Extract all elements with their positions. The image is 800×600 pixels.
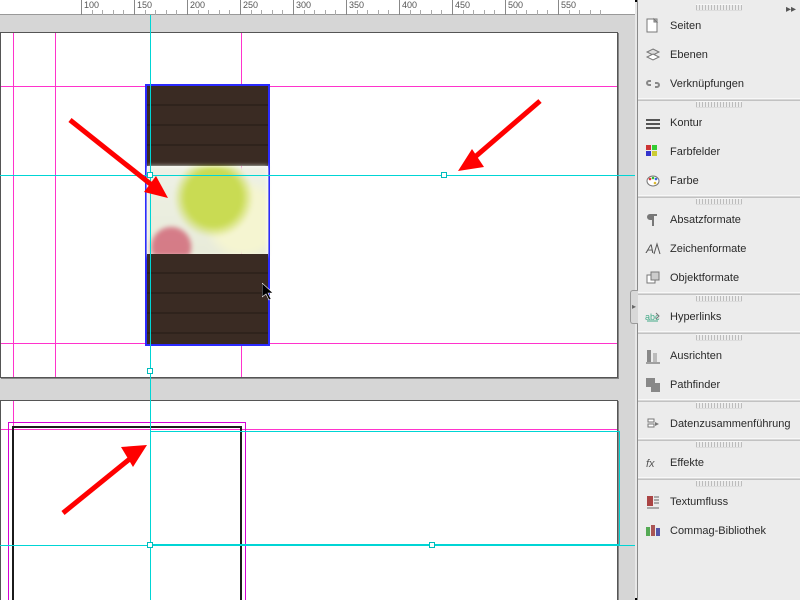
ruler-tick: 300 <box>293 0 311 15</box>
panel-pages[interactable]: Seiten <box>638 11 800 40</box>
selection-box[interactable] <box>150 431 620 545</box>
pathfinder-icon <box>644 376 662 394</box>
fx-icon: fx <box>644 454 662 472</box>
panel-label: Ebenen <box>670 49 708 61</box>
panel-label: Seiten <box>670 20 701 32</box>
panel-stroke[interactable]: Kontur <box>638 108 800 137</box>
objstyles-icon <box>644 269 662 287</box>
panel-hyperlinks[interactable]: abc Hyperlinks <box>638 302 800 331</box>
panel-fx[interactable]: fx Effekte <box>638 448 800 477</box>
panel-label: Objektformate <box>670 272 739 284</box>
ruler-tick: 150 <box>134 0 152 15</box>
panel-label: Effekte <box>670 457 704 469</box>
svg-text:fx: fx <box>646 458 655 470</box>
ruler-tick: 100 <box>81 0 99 15</box>
panel-charstyles[interactable]: A Zeichenformate <box>638 234 800 263</box>
dock-toggle[interactable] <box>630 290 638 324</box>
panel-label: Kontur <box>670 117 702 129</box>
panel-label: Farbe <box>670 175 699 187</box>
panel-datamerge[interactable]: Datenzusammenführung <box>638 409 800 438</box>
ruler-tick: 400 <box>399 0 417 15</box>
ruler-tick: 350 <box>346 0 364 15</box>
panel-color[interactable]: Farbe <box>638 166 800 195</box>
ruler-tick: 500 <box>505 0 523 15</box>
panel-parastyles[interactable]: Absatzformate <box>638 205 800 234</box>
mouse-cursor <box>262 283 276 304</box>
ruler-tick: 200 <box>187 0 205 15</box>
pages-icon <box>644 17 662 35</box>
document-stage[interactable] <box>0 15 635 600</box>
panel-links[interactable]: Verknüpfungen <box>638 69 800 98</box>
panel-textwrap[interactable]: Textumfluss <box>638 487 800 516</box>
layers-icon <box>644 46 662 64</box>
ruler-tick: 550 <box>558 0 576 15</box>
svg-text:A: A <box>645 242 654 256</box>
annotation-arrow-3 <box>55 435 175 525</box>
panel-label: Commag-Bibliothek <box>670 525 766 537</box>
panel-label: Ausrichten <box>670 350 722 362</box>
parastyles-icon <box>644 211 662 229</box>
annotation-arrow-2 <box>440 93 560 193</box>
swatches-icon <box>644 143 662 161</box>
align-icon <box>644 347 662 365</box>
panel-cclib[interactable]: Commag-Bibliothek <box>638 516 800 545</box>
panel-dock: ▸▸ Seiten Ebenen Verknüpfungen Kontur Farbfe… <box>637 0 800 600</box>
stroke-icon <box>644 114 662 132</box>
datamerge-icon <box>644 415 662 433</box>
panel-label: Farbfelder <box>670 146 720 158</box>
panel-label: Zeichenformate <box>670 243 746 255</box>
ruler-tick: 250 <box>240 0 258 15</box>
guide-horizontal-2[interactable] <box>0 545 635 546</box>
ruler-tick: 450 <box>452 0 470 15</box>
panel-label: Hyperlinks <box>670 311 721 323</box>
panel-label: Pathfinder <box>670 379 720 391</box>
panel-pathfinder[interactable]: Pathfinder <box>638 370 800 399</box>
panel-label: Absatzformate <box>670 214 741 226</box>
image-content-wood-bottom <box>147 254 268 344</box>
hyperlinks-icon: abc <box>644 308 662 326</box>
panel-swatches[interactable]: Farbfelder <box>638 137 800 166</box>
textwrap-icon <box>644 493 662 511</box>
panel-align[interactable]: Ausrichten <box>638 341 800 370</box>
horizontal-ruler[interactable]: 100 150 200 250 300 350 400 450 500 550 <box>0 0 635 15</box>
links-icon <box>644 75 662 93</box>
panel-label: Textumfluss <box>670 496 728 508</box>
panel-layers[interactable]: Ebenen <box>638 40 800 69</box>
cclib-icon <box>644 522 662 540</box>
collapse-panels-icon[interactable]: ▸▸ <box>784 2 798 16</box>
color-icon <box>644 172 662 190</box>
charstyles-icon: A <box>644 240 662 258</box>
annotation-arrow-1 <box>60 110 190 220</box>
panel-label: Verknüpfungen <box>670 78 744 90</box>
panel-label: Datenzusammenführung <box>670 418 790 430</box>
panel-objstyles[interactable]: Objektformate <box>638 263 800 292</box>
